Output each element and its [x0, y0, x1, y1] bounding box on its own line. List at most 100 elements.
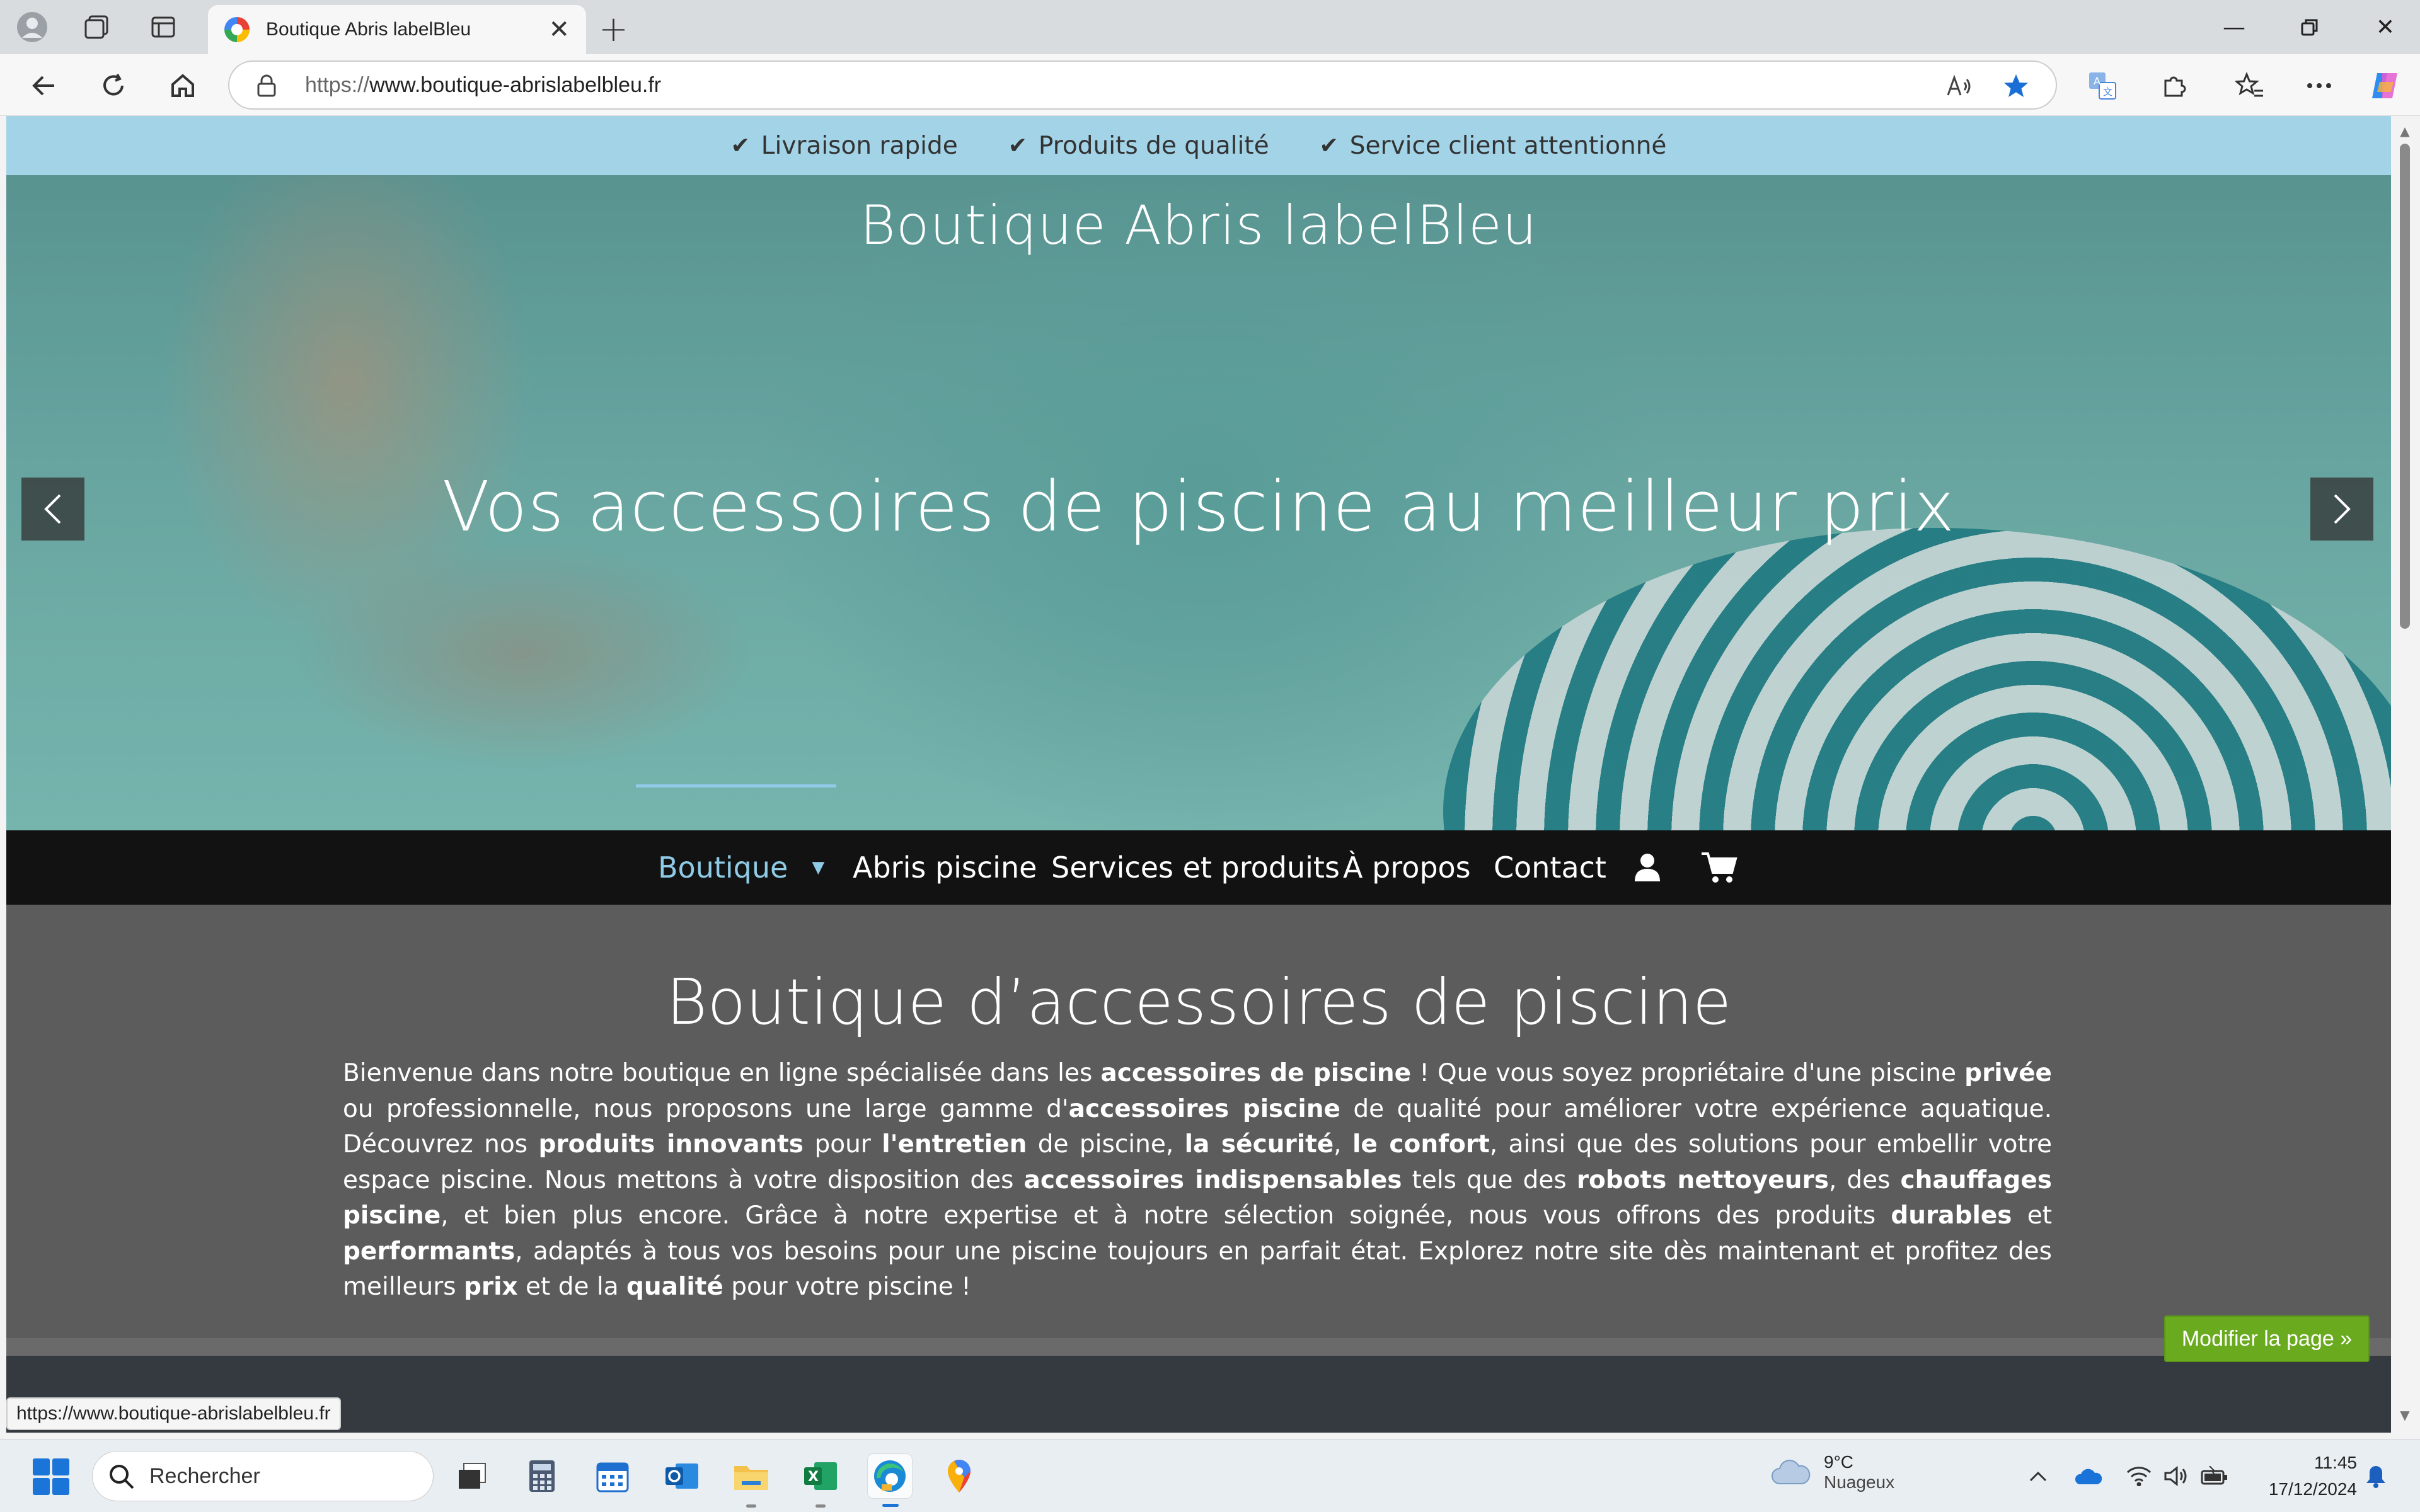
weather-temperature: 9°C	[1824, 1452, 1853, 1472]
weather-widget[interactable]: 9°C Nuageux	[1771, 1452, 1894, 1492]
edit-page-button[interactable]: Modifier la page »	[2164, 1315, 2370, 1362]
intro-paragraph: Bienvenue dans notre boutique en ligne s…	[343, 1056, 2052, 1305]
nav-item-abris-piscine[interactable]: Abris piscine	[853, 830, 1037, 905]
maps-icon[interactable]	[936, 1453, 982, 1499]
intro-keyword: accessoires indispensables	[1023, 1166, 1402, 1194]
onedrive-icon[interactable]	[2075, 1462, 2102, 1490]
carousel-prev-icon[interactable]	[21, 478, 84, 541]
intro-text: tels que des	[1402, 1166, 1577, 1194]
checkmark-icon: ✔	[1319, 132, 1339, 159]
scroll-up-icon[interactable]: ▲	[2397, 123, 2412, 139]
svg-text:X: X	[808, 1469, 819, 1485]
favorites-icon[interactable]	[2231, 67, 2269, 105]
benefit-item: ✔ Produits de qualité	[1008, 131, 1269, 160]
copilot-icon[interactable]	[2366, 67, 2404, 105]
windows-taskbar: Rechercher X 9°C Nuageux 11:45 17/12/202…	[0, 1439, 2420, 1512]
tab-close-icon[interactable]: ✕	[548, 15, 570, 44]
task-view-icon[interactable]	[449, 1453, 494, 1499]
clock-time: 11:45	[2314, 1453, 2357, 1472]
edge-browser-icon[interactable]	[867, 1453, 913, 1507]
home-icon[interactable]	[164, 67, 202, 105]
read-aloud-icon[interactable]	[1944, 71, 1975, 102]
status-bar-url: https://www.boutique-abrislabelbleu.fr	[6, 1397, 341, 1430]
clock-date: 17/12/2024	[2268, 1479, 2357, 1499]
intro-text: ! Que vous soyez propriétaire d'une pisc…	[1411, 1059, 1965, 1087]
intro-text: Bienvenue dans notre boutique en ligne s…	[343, 1059, 1101, 1087]
tab-actions-icon[interactable]	[145, 9, 182, 45]
calendar-icon[interactable]	[590, 1453, 635, 1499]
excel-icon[interactable]: X	[798, 1453, 843, 1508]
checkmark-icon: ✔	[730, 132, 750, 159]
main-nav: Boutique ▼ Abris piscine Services et prod…	[6, 830, 2391, 905]
back-icon[interactable]	[25, 67, 63, 105]
svg-text:A: A	[2094, 75, 2100, 87]
benefit-item: ✔ Livraison rapide	[730, 131, 958, 160]
scrollbar-thumb[interactable]	[2400, 144, 2410, 629]
intro-keyword: performants	[343, 1237, 516, 1266]
footer	[6, 1356, 2391, 1433]
nav-item-services[interactable]: Services et produits	[1051, 830, 1340, 905]
file-explorer-icon[interactable]	[729, 1453, 774, 1508]
profile-icon[interactable]	[14, 9, 50, 45]
more-options-icon[interactable]	[2300, 67, 2338, 105]
intro-text: , des	[1828, 1166, 1901, 1194]
cart-icon[interactable]	[1700, 830, 1738, 905]
battery-icon[interactable]	[2201, 1462, 2228, 1490]
intro-text: de piscine,	[1027, 1130, 1185, 1159]
intro-text: ou professionnelle, nous proposons une l…	[343, 1094, 1069, 1123]
tab-title: Boutique Abris labelBleu	[266, 19, 471, 40]
translate-icon[interactable]: A文	[2083, 67, 2121, 105]
browser-toolbar: https://www.boutique-abrislabelbleu.fr A…	[0, 54, 2420, 116]
workspaces-icon[interactable]	[78, 9, 115, 45]
page-scrollbar[interactable]: ▲ ▼	[2391, 116, 2420, 1433]
intro-keyword: durables	[1891, 1201, 2012, 1230]
checkmark-icon: ✔	[1008, 132, 1027, 159]
section-divider	[6, 1338, 2391, 1356]
calculator-icon[interactable]	[519, 1453, 565, 1499]
site-favicon-icon	[224, 17, 250, 42]
intro-keyword: privée	[1964, 1059, 2052, 1087]
intro-keyword: accessoires de piscine	[1100, 1059, 1412, 1087]
site-title[interactable]: Boutique Abris labelBleu	[6, 194, 2391, 257]
volume-icon[interactable]	[2162, 1462, 2189, 1490]
nav-item-boutique[interactable]: Boutique ▼	[658, 830, 824, 905]
scroll-down-icon[interactable]: ▼	[2397, 1407, 2412, 1423]
close-window-icon[interactable]: ✕	[2357, 9, 2414, 45]
search-icon	[110, 1465, 134, 1489]
benefit-item: ✔ Service client attentionné	[1319, 131, 1667, 160]
hero-carousel: Boutique Abris labelBleu Vos accessoires…	[6, 175, 2391, 830]
tab-active[interactable]: Boutique Abris labelBleu ✕	[208, 5, 586, 54]
intro-keyword: l'entretien	[882, 1130, 1027, 1159]
intro-keyword: la sécurité	[1184, 1130, 1334, 1159]
intro-text: pour votre piscine !	[723, 1273, 971, 1301]
notifications-bell-icon[interactable]	[2362, 1462, 2390, 1490]
minimize-icon[interactable]: —	[2206, 9, 2262, 45]
extensions-icon[interactable]	[2155, 67, 2193, 105]
nav-active-indicator	[636, 784, 836, 788]
intro-keyword: produits innovants	[538, 1130, 804, 1159]
cloud-icon	[1772, 1460, 1811, 1484]
outlook-icon[interactable]	[659, 1453, 705, 1499]
taskbar-search-input[interactable]: Rechercher	[92, 1451, 434, 1501]
carousel-next-icon[interactable]	[2310, 478, 2373, 541]
address-bar[interactable]: https://www.boutique-abrislabelbleu.fr	[228, 60, 2057, 110]
start-button-icon[interactable]	[33, 1458, 69, 1495]
favorite-star-icon[interactable]	[2000, 71, 2032, 102]
intro-text: , et bien plus encore. Grâce à notre exp…	[441, 1201, 1891, 1230]
intro-keyword: accessoires piscine	[1068, 1094, 1340, 1123]
nav-item-a-propos[interactable]: À propos	[1343, 830, 1471, 905]
wifi-icon[interactable]	[2125, 1462, 2153, 1490]
nav-item-contact[interactable]: Contact	[1494, 830, 1606, 905]
account-icon[interactable]	[1634, 830, 1661, 905]
intro-keyword: prix	[463, 1273, 518, 1301]
show-hidden-icons-icon[interactable]	[2024, 1462, 2052, 1490]
refresh-icon[interactable]	[95, 67, 132, 105]
weather-description: Nuageux	[1824, 1472, 1895, 1492]
restore-icon[interactable]	[2281, 9, 2338, 45]
site-info-icon[interactable]	[256, 74, 277, 97]
new-tab-icon[interactable]: +	[599, 9, 628, 50]
svg-text:文: 文	[2103, 86, 2112, 98]
taskbar-clock[interactable]: 11:45 17/12/2024	[2244, 1450, 2357, 1503]
intro-text: et de la	[517, 1273, 626, 1301]
benefits-strip: ✔ Livraison rapide ✔ Produits de qualité ✔…	[6, 116, 2391, 175]
